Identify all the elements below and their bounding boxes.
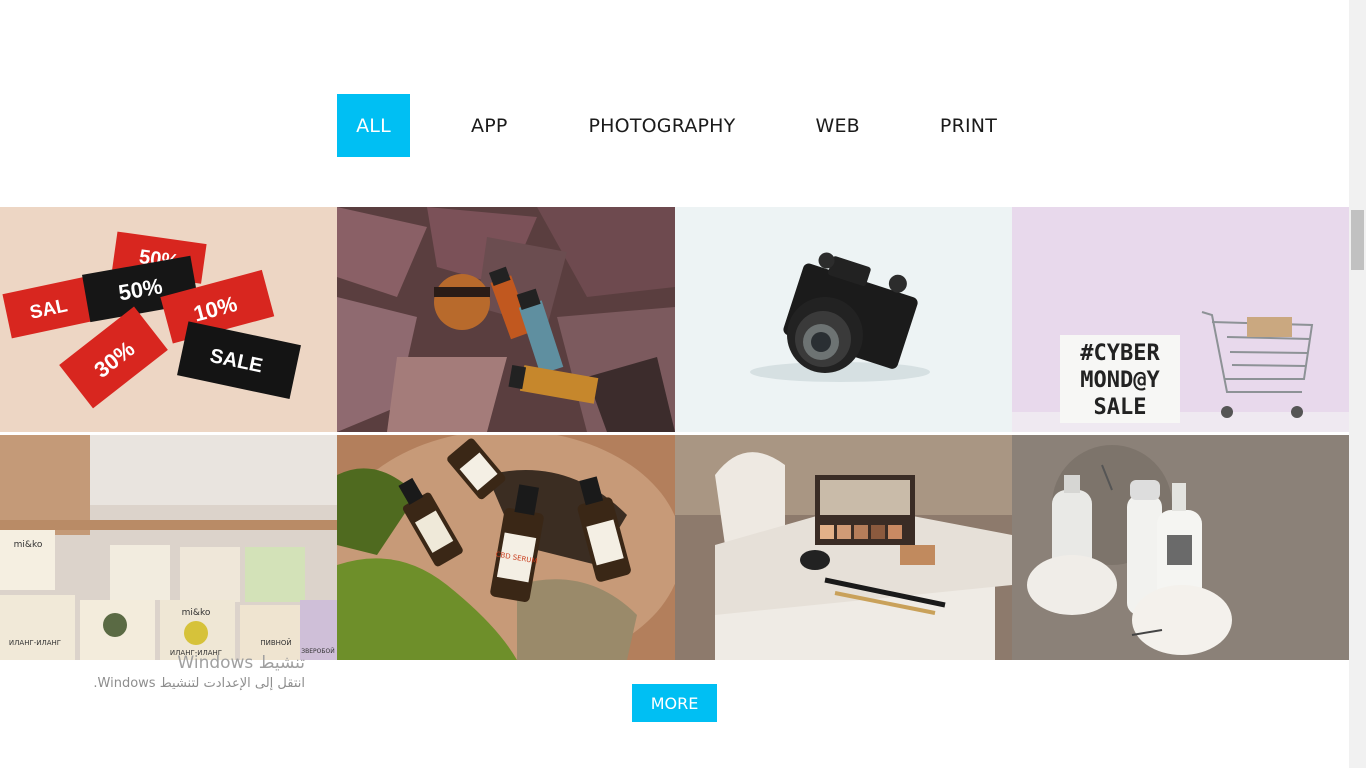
filter-web[interactable]: WEB xyxy=(815,94,859,157)
watermark-subtitle: انتقل إلى الإعدادت لتنشيط Windows. xyxy=(93,676,305,691)
gallery-item-sale-tags[interactable]: 50% SAL 50% 10% 30% SALE xyxy=(0,207,337,432)
filter-print[interactable]: PRINT xyxy=(940,94,997,157)
sign-line: SALE xyxy=(1094,395,1147,420)
cbd-moss-image: CBD SERUM xyxy=(337,435,675,660)
filter-all[interactable]: ALL xyxy=(337,94,410,157)
sale-tags-image: 50% SAL 50% 10% 30% SALE xyxy=(0,207,337,432)
filter-photography[interactable]: PHOTOGRAPHY xyxy=(589,94,736,157)
makeup-image xyxy=(675,435,1012,660)
soap-shelf-image: mi&ko ИЛАНГ-ИЛАНГ mi&ko ИЛАНГ-ИЛАНГ ПИВН… xyxy=(0,435,337,660)
portfolio-gallery: 50% SAL 50% 10% 30% SALE #CYBER MOND@Y S… xyxy=(0,207,1349,660)
gallery-item-camera[interactable] xyxy=(675,207,1012,432)
scrollbar-thumb[interactable] xyxy=(1351,210,1364,270)
more-button[interactable]: MORE xyxy=(632,684,717,722)
gallery-item-soap-shelf[interactable]: mi&ko ИЛАНГ-ИЛАНГ mi&ko ИЛАНГ-ИЛАНГ ПИВН… xyxy=(0,435,337,660)
gallery-item-skincare-leaves[interactable] xyxy=(337,207,675,432)
soap-label: mi&ko xyxy=(182,608,211,618)
portfolio-filters: ALL APP PHOTOGRAPHY WEB PRINT xyxy=(337,94,997,157)
windows-activation-watermark: تنشيط Windows انتقل إلى الإعدادت لتنشيط … xyxy=(60,652,305,693)
skincare-leaves-image xyxy=(337,207,675,432)
sign-line: #CYBER xyxy=(1080,341,1160,366)
sign-line: MOND@Y xyxy=(1080,368,1160,393)
cosmetics-stones-image xyxy=(1012,435,1349,660)
soap-label: ПИВНОЙ xyxy=(260,638,291,647)
gallery-item-cbd-moss[interactable]: CBD SERUM xyxy=(337,435,675,660)
filter-app[interactable]: APP xyxy=(471,94,508,157)
portfolio-page: ALL APP PHOTOGRAPHY WEB PRINT 50% SAL 50… xyxy=(0,0,1366,768)
gallery-item-cyber-monday[interactable]: #CYBER MOND@Y SALE xyxy=(1012,207,1349,432)
gallery-item-cosmetics-stones[interactable] xyxy=(1012,435,1349,660)
cyber-monday-image: #CYBER MOND@Y SALE xyxy=(1012,207,1349,432)
soap-label: ИЛАНГ-ИЛАНГ xyxy=(9,639,61,647)
gallery-item-makeup[interactable] xyxy=(675,435,1012,660)
watermark-title: تنشيط Windows xyxy=(177,653,305,673)
page-scrollbar[interactable] xyxy=(1349,0,1366,768)
soap-label: ЗВЕРОБОЙ xyxy=(301,648,334,655)
soap-label: mi&ko xyxy=(14,540,43,550)
camera-image xyxy=(675,207,1012,432)
